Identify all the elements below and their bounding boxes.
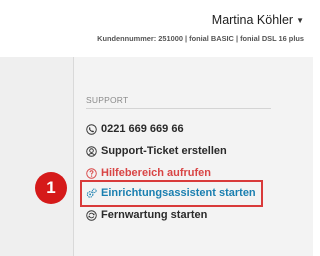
top-header: Martina Köhler ▼ Kundennummer: 251000 | … xyxy=(0,0,313,57)
remote-maintenance-label: Fernwartung starten xyxy=(101,209,208,221)
support-ticket-label: Support-Ticket erstellen xyxy=(101,145,227,157)
step-badge: 1 xyxy=(35,172,67,204)
support-phone-link[interactable]: 0221 669 669 66 xyxy=(86,121,184,137)
section-divider xyxy=(86,108,271,109)
user-name: Martina Köhler xyxy=(211,13,294,27)
account-info: Kundennummer: 251000 | fonial BASIC | fo… xyxy=(97,34,304,43)
user-menu[interactable]: Martina Köhler ▼ xyxy=(212,13,304,27)
help-icon xyxy=(86,167,97,179)
support-section-title: SUPPORT xyxy=(86,95,129,105)
remote-maintenance-link[interactable]: Fernwartung starten xyxy=(86,207,207,223)
support-headset-icon xyxy=(86,145,97,157)
support-ticket-link[interactable]: Support-Ticket erstellen xyxy=(86,143,227,159)
remote-sync-icon xyxy=(86,209,97,221)
highlight-box xyxy=(80,180,263,207)
caret-down-icon: ▼ xyxy=(296,16,304,25)
help-area-label: Hilfebereich aufrufen xyxy=(101,167,212,179)
left-pane xyxy=(0,57,73,256)
phone-icon xyxy=(86,123,97,135)
help-area-link[interactable]: Hilfebereich aufrufen xyxy=(86,165,211,181)
support-phone-label: 0221 669 669 66 xyxy=(101,123,184,135)
